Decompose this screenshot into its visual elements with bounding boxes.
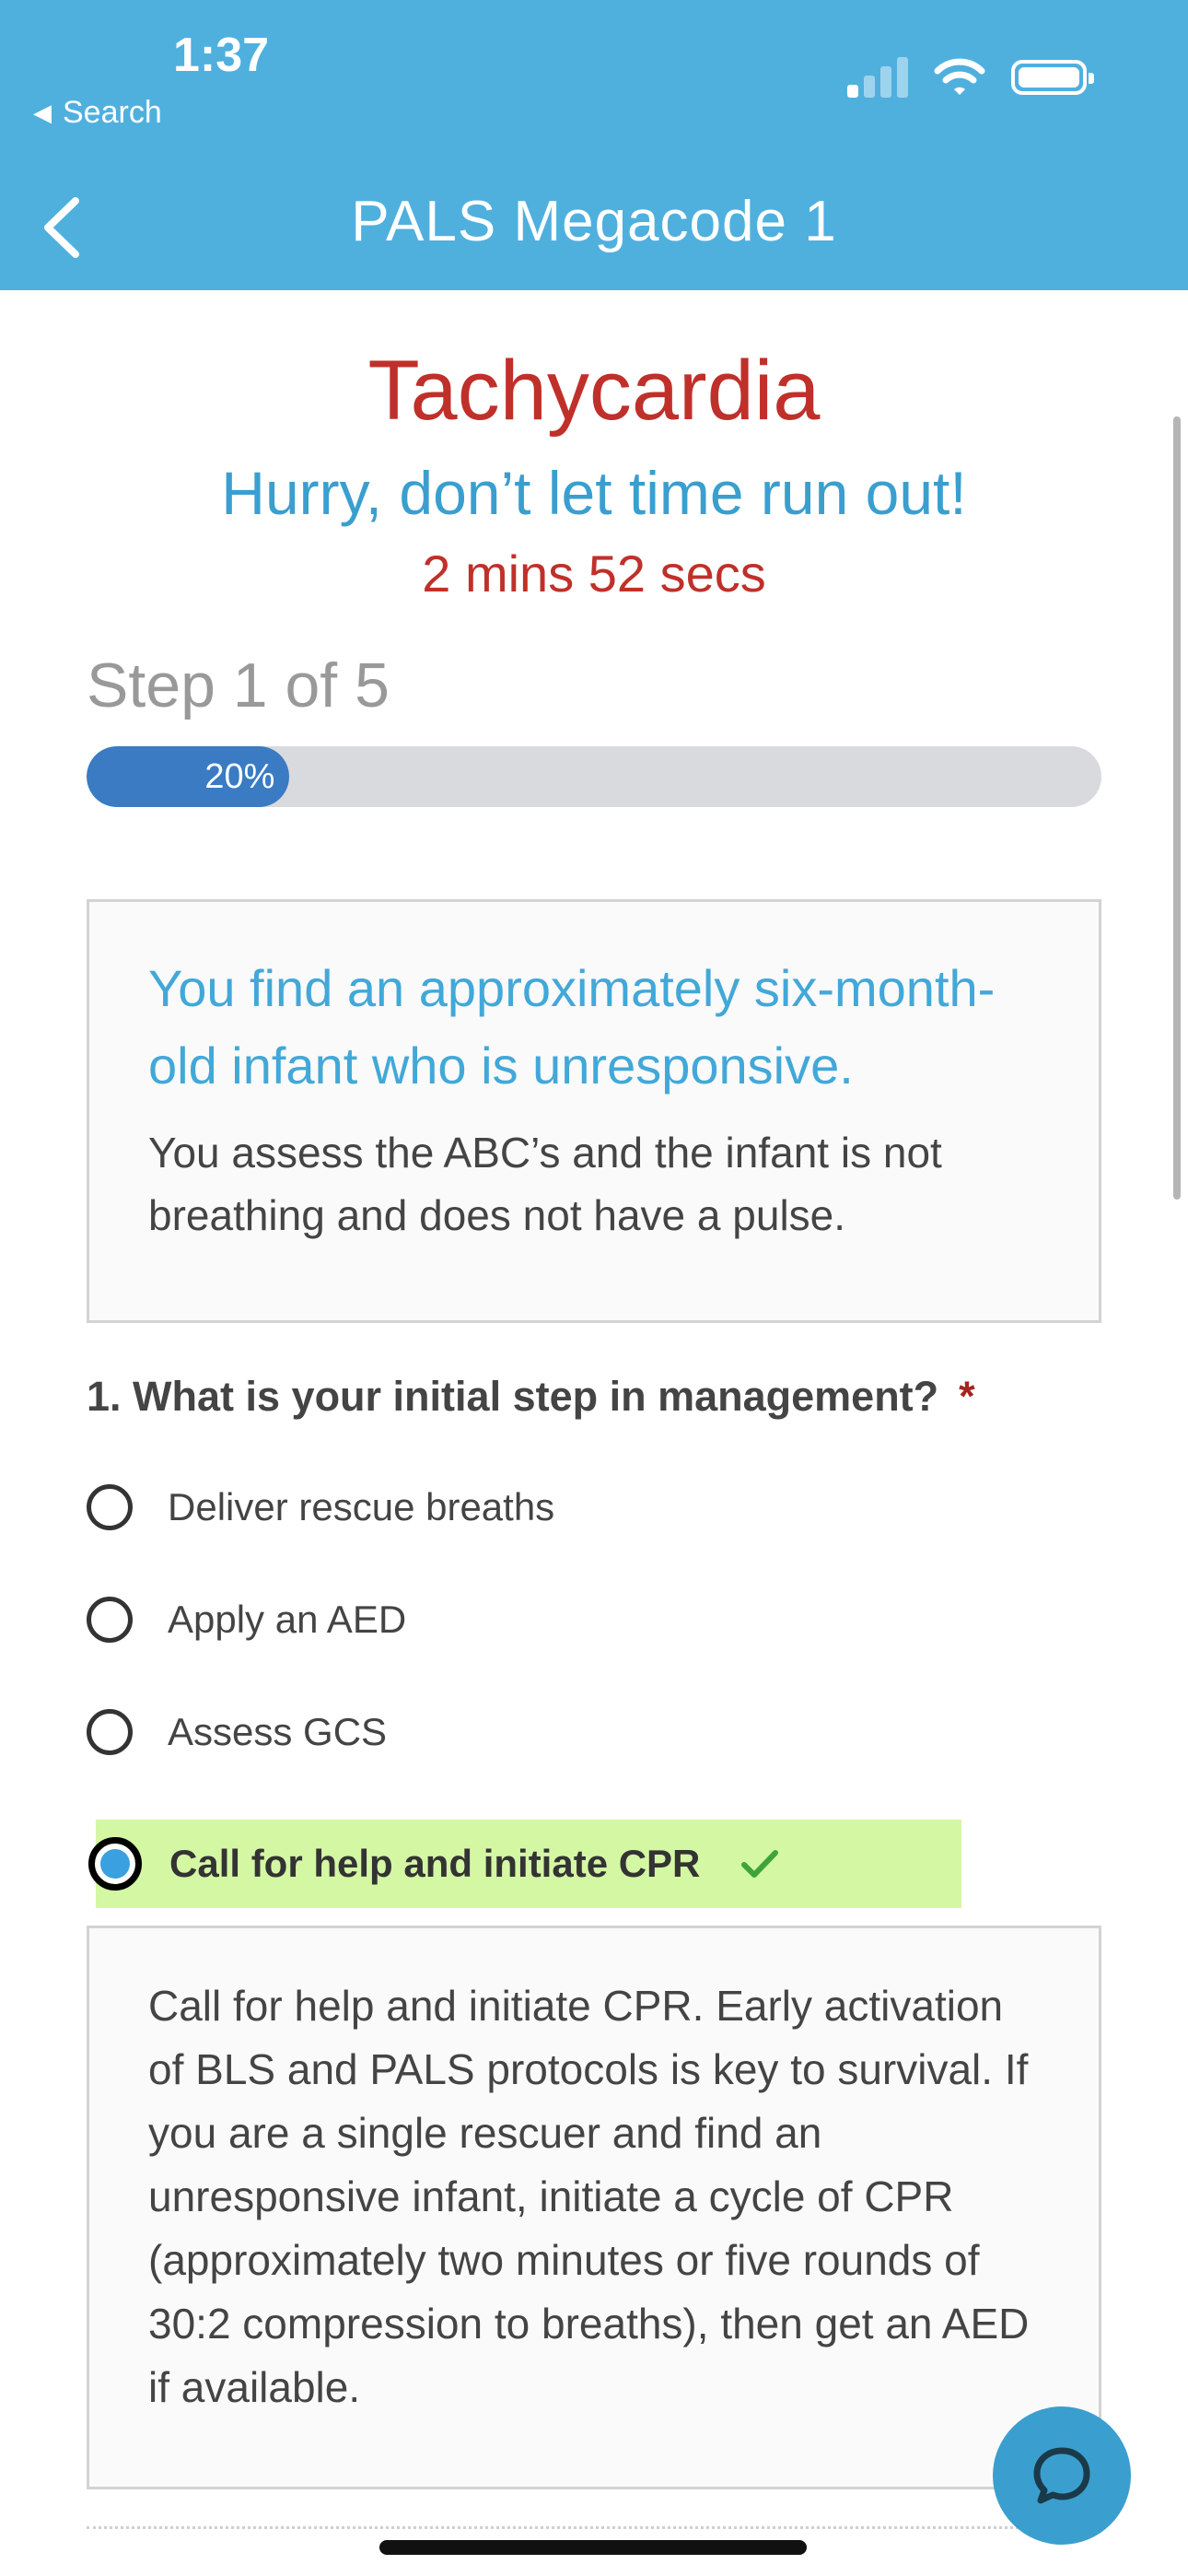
countdown-timer: 2 mins 52 secs [422, 544, 766, 603]
back-app-label: Search [63, 95, 162, 130]
explanation-text: Call for help and initiate CPR. Early ac… [148, 1982, 1030, 2411]
answer-explanation-card: Call for help and initiate CPR. Early ac… [87, 1926, 1101, 2489]
step-indicator: Step 1 of 5 [87, 650, 390, 720]
answer-option[interactable]: Deliver rescue breaths [87, 1470, 554, 1544]
question-label: 1. What is your initial step in manageme… [87, 1373, 939, 1420]
radio-button-selected[interactable] [88, 1837, 142, 1891]
question-text: 1. What is your initial step in manageme… [87, 1373, 975, 1421]
answer-label: Deliver rescue breaths [168, 1485, 555, 1528]
back-to-search-link[interactable]: ◀ Search [33, 95, 162, 131]
cellular-signal-icon [847, 57, 908, 98]
back-triangle-icon: ◀ [33, 99, 52, 126]
wifi-icon [934, 58, 985, 95]
required-mark: * [959, 1373, 975, 1420]
progress-fill: 20% [87, 746, 290, 807]
home-indicator [379, 2540, 807, 2555]
scenario-lead: You find an approximately six-month-old … [148, 959, 996, 1095]
progress-percent: 20% [204, 756, 275, 796]
scenario-topic: Tachycardia [367, 344, 821, 438]
radio-button[interactable] [87, 1709, 133, 1755]
chat-button[interactable] [993, 2406, 1131, 2545]
scenario-detail: You assess the ABC’s and the infant is n… [148, 1129, 942, 1239]
status-icons [847, 57, 1094, 98]
divider [87, 2526, 1101, 2529]
chat-bubble-icon [1033, 2447, 1090, 2504]
answer-label: Assess GCS [168, 1710, 388, 1753]
page-title: PALS Megacode 1 [351, 190, 837, 253]
checkmark-icon [740, 1848, 779, 1879]
scenario-card: You find an approximately six-month-old … [87, 899, 1101, 1323]
status-time: 1:37 [173, 29, 270, 82]
answer-option[interactable]: Assess GCS [87, 1695, 387, 1769]
battery-icon [1011, 60, 1094, 95]
hurry-message: Hurry, don’t let time run out! [221, 459, 967, 527]
app-header: 1:37 ◀ Search PALS Megacode 1 [0, 0, 1188, 290]
answer-option[interactable]: Apply an AED [87, 1583, 406, 1657]
answer-label: Apply an AED [168, 1598, 407, 1641]
radio-button[interactable] [87, 1597, 133, 1643]
answer-option-selected[interactable]: Call for help and initiate CPR [88, 1820, 961, 1908]
answer-label: Call for help and initiate CPR [169, 1842, 701, 1885]
progress-bar: 20% [87, 746, 1101, 807]
radio-button[interactable] [87, 1484, 133, 1530]
scrollbar[interactable] [1173, 416, 1181, 1200]
